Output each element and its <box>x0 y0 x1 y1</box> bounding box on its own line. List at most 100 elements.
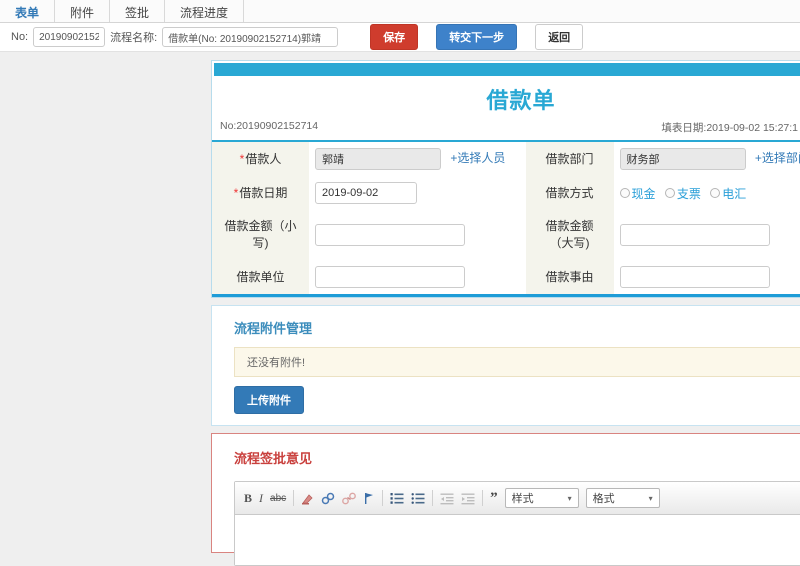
table-row: 借款金额（小写) 借款金额（大写) <box>212 210 800 260</box>
amount-big-value-cell <box>614 210 800 260</box>
radio-cash-label: 现金 <box>632 185 656 202</box>
fill-date: 填表日期:2019-09-02 15:27:1 <box>661 120 798 135</box>
radio-wire-label: 电汇 <box>722 185 746 202</box>
style-dropdown-label: 样式 <box>512 490 534 506</box>
approval-title: 流程签批意见 <box>234 448 800 467</box>
amount-big-label-cell: 借款金额（大写) <box>526 210 614 260</box>
back-button[interactable]: 返回 <box>535 24 583 50</box>
department-value-cell: +选择部门 <box>614 142 800 176</box>
amount-small-label-cell: 借款金额（小写) <box>212 210 309 260</box>
tab-form[interactable]: 表单 <box>0 0 55 22</box>
ordered-list-icon[interactable] <box>390 492 404 505</box>
method-label-cell: 借款方式 <box>526 176 614 210</box>
form-meta-row: No:20190902152714 填表日期:2019-09-02 15:27:… <box>212 118 800 140</box>
radio-icon <box>710 188 720 198</box>
forward-next-step-button[interactable]: 转交下一步 <box>436 24 517 50</box>
select-person-link[interactable]: +选择人员 <box>450 151 505 165</box>
unit-label-cell: 借款单位 <box>212 260 309 294</box>
attachments-panel: 流程附件管理 还没有附件! 上传附件 <box>211 305 800 426</box>
style-dropdown[interactable]: 样式 ▾ <box>505 488 579 508</box>
unit-label: 借款单位 <box>236 270 284 284</box>
method-value-cell: 现金 支票 电汇 <box>614 176 800 210</box>
toolbar-separator <box>382 490 383 506</box>
amount-small-label: 借款金额（小写) <box>224 219 296 250</box>
doc-number: No:20190902152714 <box>220 120 318 135</box>
no-input[interactable] <box>33 27 105 47</box>
table-row: *借款日期 借款方式 现金 支票 <box>212 176 800 210</box>
required-mark: * <box>234 186 239 200</box>
table-row: 借款单位 借款事由 <box>212 260 800 294</box>
remove-format-icon[interactable] <box>301 492 314 505</box>
radio-icon <box>665 188 675 198</box>
unordered-list-icon[interactable] <box>411 492 425 505</box>
loan-form-panel: 借款单 No:20190902152714 填表日期:2019-09-02 15… <box>211 60 800 298</box>
indent-icon[interactable] <box>461 492 475 505</box>
form-header-bar <box>214 63 800 76</box>
reason-label-cell: 借款事由 <box>526 260 614 294</box>
date-label-cell: *借款日期 <box>212 176 309 210</box>
toolbar-separator <box>432 490 433 506</box>
amount-big-label: 借款金额（大写) <box>545 219 593 250</box>
format-dropdown[interactable]: 格式 ▾ <box>586 488 660 508</box>
editor-toolbar: B I abc <box>235 482 800 515</box>
department-label-cell: 借款部门 <box>526 142 614 176</box>
date-label: 借款日期 <box>239 186 287 200</box>
anchor-flag-icon[interactable] <box>363 492 375 505</box>
method-label: 借款方式 <box>545 186 593 200</box>
loan-form-table: *借款人 +选择人员 借款部门 +选择部门 *借款日期 <box>212 142 800 294</box>
tab-approve[interactable]: 签批 <box>110 0 165 22</box>
bold-icon[interactable]: B <box>244 492 252 505</box>
toolbar-separator <box>482 490 483 506</box>
tab-attachment[interactable]: 附件 <box>55 0 110 22</box>
tab-progress[interactable]: 流程进度 <box>165 0 244 22</box>
tab-bar: 表单 附件 签批 流程进度 <box>0 0 800 23</box>
borrower-label: 借款人 <box>245 152 281 166</box>
radio-wire[interactable]: 电汇 <box>710 185 746 202</box>
form-title: 借款单 <box>212 78 800 118</box>
loan-reason-input[interactable] <box>620 266 770 288</box>
save-button[interactable]: 保存 <box>370 24 418 50</box>
rich-text-editor: B I abc <box>234 481 800 566</box>
amount-big-input[interactable] <box>620 224 770 246</box>
borrower-value-cell: +选择人员 <box>309 142 526 176</box>
strikethrough-icon[interactable]: abc <box>270 492 286 505</box>
chevron-down-icon: ▾ <box>568 494 572 503</box>
process-name-label: 流程名称: <box>110 29 157 45</box>
format-dropdown-label: 格式 <box>593 490 615 506</box>
reason-label: 借款事由 <box>545 270 593 284</box>
borrower-label-cell: *借款人 <box>212 142 309 176</box>
required-mark: * <box>240 152 245 166</box>
no-label: No: <box>11 31 28 43</box>
radio-cheque[interactable]: 支票 <box>665 185 701 202</box>
blockquote-icon[interactable]: ” <box>490 492 498 505</box>
no-attachments-message: 还没有附件! <box>234 347 800 377</box>
upload-attachment-button[interactable]: 上传附件 <box>234 386 304 414</box>
radio-cash[interactable]: 现金 <box>620 185 656 202</box>
department-label: 借款部门 <box>545 152 593 166</box>
chevron-down-icon: ▾ <box>649 494 653 503</box>
borrower-input[interactable] <box>315 148 441 170</box>
department-input[interactable] <box>620 148 746 170</box>
amount-small-input[interactable] <box>315 224 465 246</box>
link-icon[interactable] <box>321 492 335 505</box>
italic-icon[interactable]: I <box>259 492 263 505</box>
attachments-title: 流程附件管理 <box>234 318 800 337</box>
unlink-icon[interactable] <box>342 492 356 505</box>
editor-body[interactable] <box>235 515 800 565</box>
loan-date-input[interactable] <box>315 182 417 204</box>
select-department-link[interactable]: +选择部门 <box>755 151 800 165</box>
outdent-icon[interactable] <box>440 492 454 505</box>
date-value-cell <box>309 176 526 210</box>
radio-cheque-label: 支票 <box>677 185 701 202</box>
action-toolbar: No: 流程名称: 保存 转交下一步 返回 <box>0 23 800 52</box>
form-footer-bar <box>212 294 800 297</box>
reason-value-cell <box>614 260 800 294</box>
table-row: *借款人 +选择人员 借款部门 +选择部门 <box>212 142 800 176</box>
amount-small-value-cell <box>309 210 526 260</box>
toolbar-separator <box>293 490 294 506</box>
radio-icon <box>620 188 630 198</box>
content-area: 借款单 No:20190902152714 填表日期:2019-09-02 15… <box>211 60 800 553</box>
approval-panel: 流程签批意见 B I abc <box>211 433 800 553</box>
process-name-input[interactable] <box>162 27 338 47</box>
loan-unit-input[interactable] <box>315 266 465 288</box>
